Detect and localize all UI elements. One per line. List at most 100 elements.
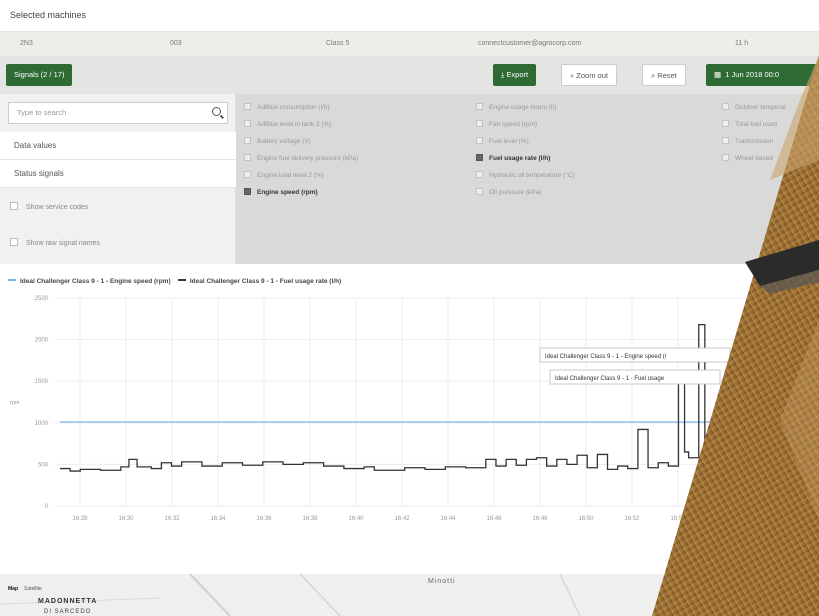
satellite-tab[interactable]: Satellite: [24, 586, 42, 592]
machine-row[interactable]: 2N3 003 Class 5 connectcustomer@agrocorp…: [0, 32, 819, 56]
signal-label: Battery voltage (V): [257, 138, 311, 145]
x-tick-label: 16:38: [302, 516, 318, 522]
signal-label: Fan speed (rpm): [489, 121, 538, 128]
signal-label: Engine load level 2 (%): [257, 172, 324, 179]
legend-swatch: [8, 279, 16, 281]
machine-id: 003: [170, 40, 182, 47]
reset-button[interactable]: ⌕ Reset: [642, 64, 686, 86]
machine-name: 2N3: [20, 40, 33, 47]
signals-button[interactable]: Signals (2 / 17): [6, 64, 73, 86]
signal-label: Engine speed (rpm): [257, 189, 318, 196]
tooltip-text: Ideal Challenger Class 9 - 1 - Engine sp…: [545, 354, 667, 360]
export-label: Export: [506, 70, 529, 79]
signal-label: AdBlue level in tank 2 (%): [257, 121, 332, 128]
signal-label: Wheel based: [735, 155, 773, 162]
y-tick-label: 2500: [35, 296, 49, 302]
export-button[interactable]: ⤓ Export: [493, 64, 537, 86]
checkbox-icon: [476, 171, 483, 178]
x-tick-label: 16:54: [670, 516, 686, 522]
checkbox-icon: [476, 154, 483, 161]
signal-option[interactable]: AdBlue level in tank 2 (%): [244, 120, 331, 128]
y-tick-label: 500: [38, 462, 49, 468]
signal-option[interactable]: Wheel based: [722, 154, 773, 162]
y-tick-label: 2000: [35, 338, 49, 344]
checkbox-icon: [244, 154, 251, 161]
toolbar: Signals (2 / 17) ⤓ Export ⌕ Zoom out ⌕ R…: [0, 56, 819, 94]
signal-label: Hydraulic oil temperature (°C): [489, 172, 575, 179]
show-raw-signal-names-checkbox[interactable]: Show raw signal names: [10, 238, 100, 247]
signal-filter-panel: Type to search Data values Status signal…: [0, 94, 236, 264]
checkbox-icon: [722, 154, 729, 161]
signal-option[interactable]: Fan speed (rpm): [476, 120, 537, 128]
signal-option[interactable]: Engine usage hours (h): [476, 103, 557, 111]
signals-list: AdBlue consumption (l/h) AdBlue level in …: [236, 94, 819, 264]
signal-label: Engine usage hours (h): [489, 104, 557, 111]
signal-label: Total fuel used: [735, 121, 777, 128]
signal-option[interactable]: Engine fuel delivery pressure (kPa): [244, 154, 358, 162]
signal-option[interactable]: Outdoor temperat: [722, 103, 786, 111]
x-tick-label: 16:46: [486, 516, 502, 522]
checkbox-icon: [722, 103, 729, 110]
checkbox-icon: [722, 137, 729, 144]
show-service-codes-label: Show service codes: [26, 204, 89, 211]
checkbox-icon: [476, 137, 483, 144]
legend-swatch: [177, 279, 186, 281]
reset-label: Reset: [657, 71, 677, 80]
checkbox-icon: [244, 103, 251, 110]
checkbox-icon: [476, 103, 483, 110]
signal-option[interactable]: Oil pressure (kPa): [476, 188, 541, 196]
line-chart[interactable]: 16:28 16:30 16:32 16:34 16:36 16:38 16:40 16:42…: [0, 284, 819, 574]
y-tick-label: 0: [45, 504, 49, 510]
signal-label: AdBlue consumption (l/h): [257, 104, 330, 111]
signal-option[interactable]: Transmission: [722, 137, 773, 145]
signal-label: Transmission: [735, 138, 774, 145]
checkbox-icon: [244, 188, 251, 195]
machine-email: connectcustomer@agrocorp.com: [478, 40, 582, 47]
checkbox-icon: [244, 120, 251, 127]
y-tick-label: 1500: [35, 379, 49, 385]
x-tick-label: 16:30: [118, 516, 134, 522]
y-axis-label: rpm: [10, 400, 20, 406]
signal-option[interactable]: Total fuel used: [722, 120, 777, 128]
machine-hours: 11 h: [735, 40, 749, 47]
signal-option[interactable]: Fuel usage rate (l/h): [476, 154, 550, 162]
checkbox-icon: [244, 171, 251, 178]
search-input[interactable]: Type to search: [8, 102, 228, 124]
chart-panel: Ideal Challenger Class 9 - 1 - Engine sp…: [0, 264, 819, 574]
category-status-signals[interactable]: Status signals: [0, 160, 236, 188]
x-tick-label: 16:48: [532, 516, 548, 522]
signal-option[interactable]: Engine speed (rpm): [244, 188, 318, 196]
signal-option[interactable]: AdBlue consumption (l/h): [244, 103, 330, 111]
x-tick-label: 16:44: [440, 516, 456, 522]
map-label-madonnetta: MADONNETTA: [38, 598, 98, 605]
date-picker-button[interactable]: ▦ 1 Jun 2018 00:0: [706, 64, 819, 86]
signal-label: Engine fuel delivery pressure (kPa): [257, 155, 359, 162]
checkbox-icon: [476, 120, 483, 127]
map-type-tabs[interactable]: Map Satellite: [8, 586, 42, 592]
checkbox-icon: [10, 202, 18, 210]
signal-label: Fuel level (%): [489, 138, 529, 145]
top-bar: Selected machines: [0, 0, 819, 32]
signal-label: Fuel usage rate (l/h): [489, 155, 551, 162]
signal-option[interactable]: Fuel level (%): [476, 137, 529, 145]
x-tick-label: 16:40: [348, 516, 364, 522]
x-tick-label: 16:32: [164, 516, 180, 522]
signal-option[interactable]: Battery voltage (V): [244, 137, 311, 145]
x-tick-label: 16:50: [578, 516, 594, 522]
map-tab[interactable]: Map: [8, 586, 18, 592]
x-tick-label: 16:28: [72, 516, 88, 522]
signal-option[interactable]: Engine load level 2 (%): [244, 171, 324, 179]
signal-option[interactable]: Hydraulic oil temperature (°C): [476, 171, 575, 179]
series-line-fuel-usage: [60, 323, 791, 472]
signal-label: Oil pressure (kPa): [489, 189, 542, 196]
page-title: Selected machines: [10, 10, 87, 20]
zoom-out-button[interactable]: ⌕ Zoom out: [561, 64, 617, 86]
x-tick-label: 16:36: [256, 516, 272, 522]
search-placeholder: Type to search: [17, 108, 67, 117]
category-data-values[interactable]: Data values: [0, 132, 236, 160]
show-service-codes-checkbox[interactable]: Show service codes: [10, 202, 88, 211]
map-panel[interactable]: Map Satellite Minotti MADONNETTA DI SARCE…: [0, 574, 819, 616]
checkbox-icon: [244, 137, 251, 144]
checkbox-icon: [722, 120, 729, 127]
search-icon[interactable]: [212, 107, 221, 116]
